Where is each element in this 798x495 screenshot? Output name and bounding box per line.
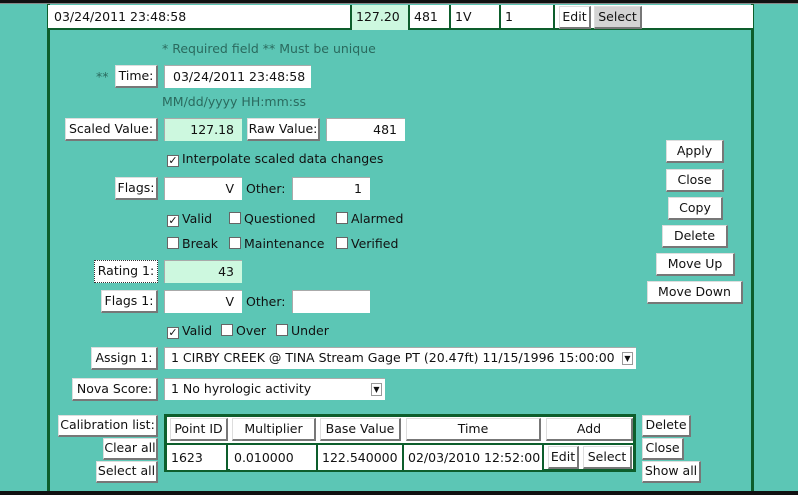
flags1-select[interactable]: V — [164, 290, 242, 313]
clear-all-button[interactable]: Clear all — [103, 438, 158, 460]
checkbox-label: Alarmed — [351, 211, 404, 226]
other1-input[interactable] — [292, 290, 370, 313]
select-all-button[interactable]: Select all — [96, 461, 158, 483]
other1-label: Other: — [246, 294, 286, 309]
dropdown-arrow-icon: ▼ — [371, 383, 382, 396]
checkbox-icon — [229, 237, 241, 249]
move-down-button[interactable]: Move Down — [647, 281, 743, 304]
assign-select[interactable]: 1 CIRBY CREEK @ TINA Stream Gage PT (20.… — [164, 347, 636, 369]
nova-score-button[interactable]: Nova Score: — [72, 378, 158, 401]
rating-input[interactable]: 43 — [164, 260, 242, 283]
header-time[interactable]: Time — [406, 418, 541, 441]
flag1-over-checkbox[interactable]: Over — [221, 323, 266, 338]
required-note: * Required field ** Must be unique — [162, 41, 376, 56]
close-button[interactable]: Close — [666, 169, 724, 192]
panel-left-border — [47, 4, 50, 491]
row-raw: 481 — [410, 5, 451, 30]
flags-select[interactable]: V — [164, 177, 242, 200]
panel-right-border — [751, 4, 754, 491]
checkbox-checked-icon: ✓ — [167, 154, 179, 167]
flag1-under-checkbox[interactable]: Under — [276, 323, 329, 338]
checkbox-icon — [221, 324, 233, 336]
window-bottom-border — [0, 491, 798, 495]
checkbox-icon — [336, 212, 348, 224]
header-multiplier[interactable]: Multiplier — [232, 418, 316, 441]
assign-button[interactable]: Assign 1: — [91, 347, 158, 370]
cell-time: 02/03/2010 12:52:00 — [404, 445, 544, 470]
flag-questioned-checkbox[interactable]: Questioned — [229, 211, 316, 226]
checkbox-icon — [336, 237, 348, 249]
calibration-list-button[interactable]: Calibration list: — [58, 415, 158, 437]
checkbox-label: Valid — [182, 323, 213, 338]
raw-value-input[interactable]: 481 — [326, 118, 405, 141]
checkbox-label: Valid — [182, 211, 213, 226]
checkbox-label: Verified — [351, 236, 399, 251]
cell-point-id: 1623 — [167, 445, 228, 470]
cal-select-button[interactable]: Select — [583, 446, 632, 469]
row-time: 03/24/2011 23:48:58 — [50, 5, 352, 30]
flag-valid-checkbox[interactable]: ✓ Valid — [167, 211, 212, 227]
row-flags: 1V — [451, 5, 501, 30]
move-up-button[interactable]: Move Up — [656, 253, 735, 276]
delete-button[interactable]: Delete — [662, 225, 728, 248]
show-all-button[interactable]: Show all — [642, 461, 701, 483]
flag-break-checkbox[interactable]: Break — [167, 236, 218, 251]
unique-marker: ** — [96, 69, 109, 84]
checkbox-icon — [229, 212, 241, 224]
dropdown-arrow-icon: ▼ — [622, 352, 633, 365]
checkbox-icon — [276, 324, 288, 336]
checkbox-label: Over — [236, 323, 267, 338]
checkbox-icon — [167, 237, 179, 249]
checkbox-label: Break — [182, 236, 219, 251]
other-label: Other: — [246, 181, 286, 196]
header-point-id[interactable]: Point ID — [170, 418, 228, 441]
checkbox-label: Questioned — [244, 211, 316, 226]
flag1-valid-checkbox[interactable]: ✓ Valid — [167, 323, 212, 339]
apply-button[interactable]: Apply — [666, 140, 724, 163]
checkbox-checked-icon: ✓ — [167, 214, 179, 227]
interpolate-label: Interpolate scaled data changes — [182, 151, 384, 166]
assign-value: 1 CIRBY CREEK @ TINA Stream Gage PT (20.… — [171, 350, 615, 365]
interpolate-checkbox[interactable]: ✓ Interpolate scaled data changes — [167, 151, 383, 167]
time-button[interactable]: Time: — [115, 65, 158, 88]
time-input[interactable]: 03/24/2011 23:48:58 — [164, 65, 311, 88]
checkbox-label: Maintenance — [244, 236, 325, 251]
checkbox-checked-icon: ✓ — [167, 326, 179, 339]
scaled-value-input[interactable]: 127.18 — [164, 118, 242, 141]
scaled-value-button[interactable]: Scaled Value: — [65, 118, 158, 141]
cal-delete-button[interactable]: Delete — [642, 415, 691, 437]
cell-multiplier: 0.010000 — [230, 445, 318, 470]
nova-score-select[interactable]: 1 No hyrologic activity ▼ — [164, 378, 385, 400]
rating-button[interactable]: Rating 1: — [94, 260, 158, 283]
cal-close-button[interactable]: Close — [642, 438, 684, 460]
flags-button[interactable]: Flags: — [115, 177, 158, 200]
flag-maintenance-checkbox[interactable]: Maintenance — [229, 236, 325, 251]
cal-edit-button[interactable]: Edit — [548, 446, 579, 469]
copy-button[interactable]: Copy — [668, 197, 723, 220]
add-button[interactable]: Add — [546, 418, 633, 441]
flags1-button[interactable]: Flags 1: — [101, 290, 158, 313]
row-other: 1 — [501, 5, 555, 30]
time-format-hint: MM/dd/yyyy HH:mm:ss — [162, 94, 307, 109]
other-input[interactable]: 1 — [292, 177, 370, 200]
raw-value-button[interactable]: Raw Value: — [247, 118, 320, 141]
window-top-border — [0, 0, 798, 4]
flag-alarmed-checkbox[interactable]: Alarmed — [336, 211, 403, 226]
checkbox-label: Under — [291, 323, 329, 338]
flag-verified-checkbox[interactable]: Verified — [336, 236, 398, 251]
row-select-button[interactable]: Select — [594, 6, 642, 29]
row-scaled: 127.20 — [352, 5, 410, 30]
cell-base-value: 122.540000 — [318, 445, 404, 470]
nova-score-value: 1 No hyrologic activity — [171, 381, 312, 396]
header-base-value[interactable]: Base Value — [320, 418, 401, 441]
row-edit-button[interactable]: Edit — [559, 6, 591, 29]
